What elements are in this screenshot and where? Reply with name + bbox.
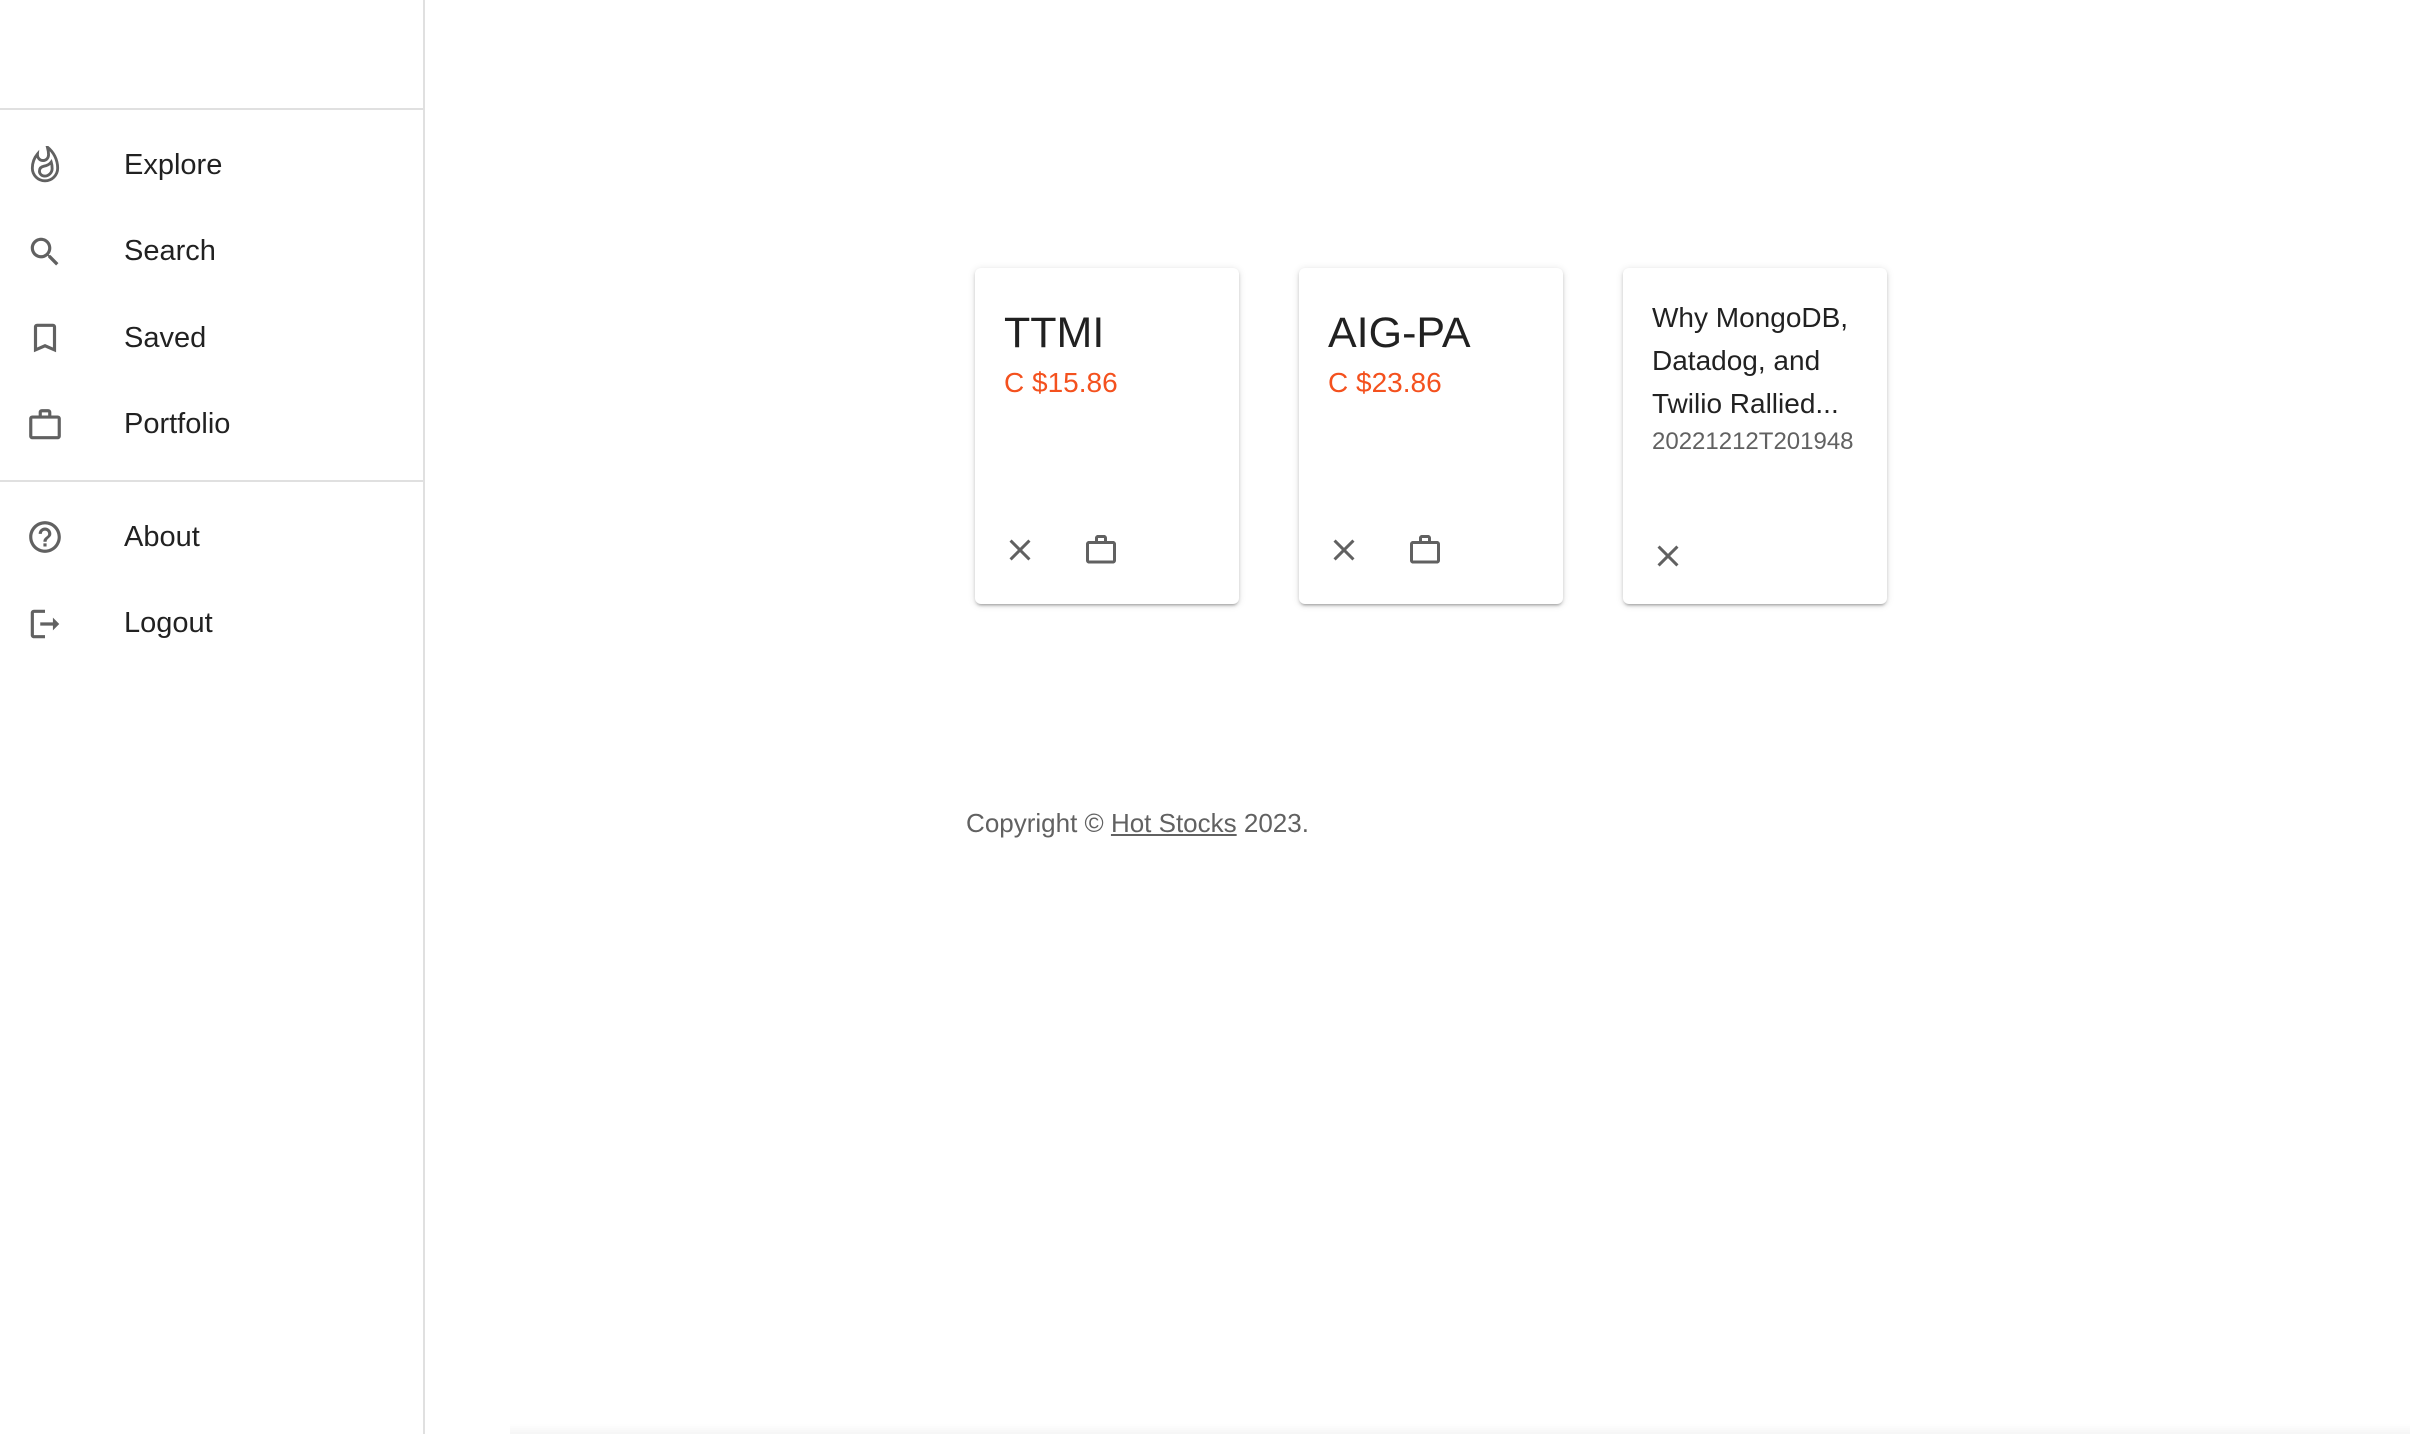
sidebar-item-portfolio[interactable]: Portfolio (0, 382, 423, 469)
sidebar-item-logout[interactable]: Logout (0, 581, 423, 668)
sidebar-item-saved[interactable]: Saved (0, 295, 423, 382)
stock-ticker: AIG-PA (1328, 309, 1471, 357)
help-circle-icon (26, 518, 64, 556)
close-icon (1002, 532, 1038, 573)
close-icon (1650, 538, 1686, 579)
remove-button[interactable] (1322, 530, 1366, 574)
add-to-portfolio-button[interactable] (1079, 530, 1123, 574)
briefcase-icon (1083, 532, 1119, 573)
sidebar-item-label: Explore (124, 148, 223, 181)
sidebar-item-label: Search (124, 235, 216, 268)
news-card[interactable]: Why MongoDB, Datadog, and Twilio Rallied… (1623, 268, 1887, 604)
stock-price: C $23.86 (1328, 367, 1442, 398)
add-to-portfolio-button[interactable] (1403, 530, 1447, 574)
sidebar-drawer: Explore Search Saved Portfolio About Log… (0, 0, 425, 1434)
sidebar-item-about[interactable]: About (0, 494, 423, 581)
briefcase-icon (1407, 532, 1443, 573)
close-icon (1326, 532, 1362, 573)
news-title: Why MongoDB, Datadog, and Twilio Rallied… (1652, 302, 1849, 419)
search-icon (26, 233, 64, 271)
copyright-suffix: 2023. (1236, 808, 1309, 838)
logout-icon (26, 605, 64, 643)
whatshot-icon (26, 146, 64, 184)
hot-stocks-link[interactable]: Hot Stocks (1111, 808, 1237, 838)
main-content: TTMI C $15.86 AIG-PA C $23.86 Why MongoD… (425, 0, 2410, 1434)
sidebar-item-label: Saved (124, 321, 207, 354)
copyright-prefix: Copyright © (966, 808, 1111, 838)
bottom-shadow (510, 1424, 2410, 1434)
stock-card[interactable]: AIG-PA C $23.86 (1299, 268, 1563, 604)
stock-price: C $15.86 (1004, 367, 1118, 398)
bookmark-icon (26, 319, 64, 357)
sidebar-item-label: Portfolio (124, 408, 231, 441)
stock-ticker: TTMI (1004, 309, 1105, 357)
drawer-header (0, 0, 423, 110)
sidebar-item-label: Logout (124, 607, 213, 640)
secondary-nav: About Logout (0, 480, 423, 679)
sidebar-item-search[interactable]: Search (0, 209, 423, 296)
news-date: 20221212T201948 (1652, 428, 1854, 455)
sidebar-item-explore[interactable]: Explore (0, 122, 423, 209)
primary-nav: Explore Search Saved Portfolio (0, 110, 423, 480)
footer-copyright: Copyright © Hot Stocks 2023. (425, 808, 1850, 839)
stock-card[interactable]: TTMI C $15.86 (975, 268, 1239, 604)
remove-button[interactable] (998, 530, 1042, 574)
briefcase-icon (26, 406, 64, 444)
remove-button[interactable] (1646, 536, 1690, 580)
sidebar-item-label: About (124, 520, 200, 553)
